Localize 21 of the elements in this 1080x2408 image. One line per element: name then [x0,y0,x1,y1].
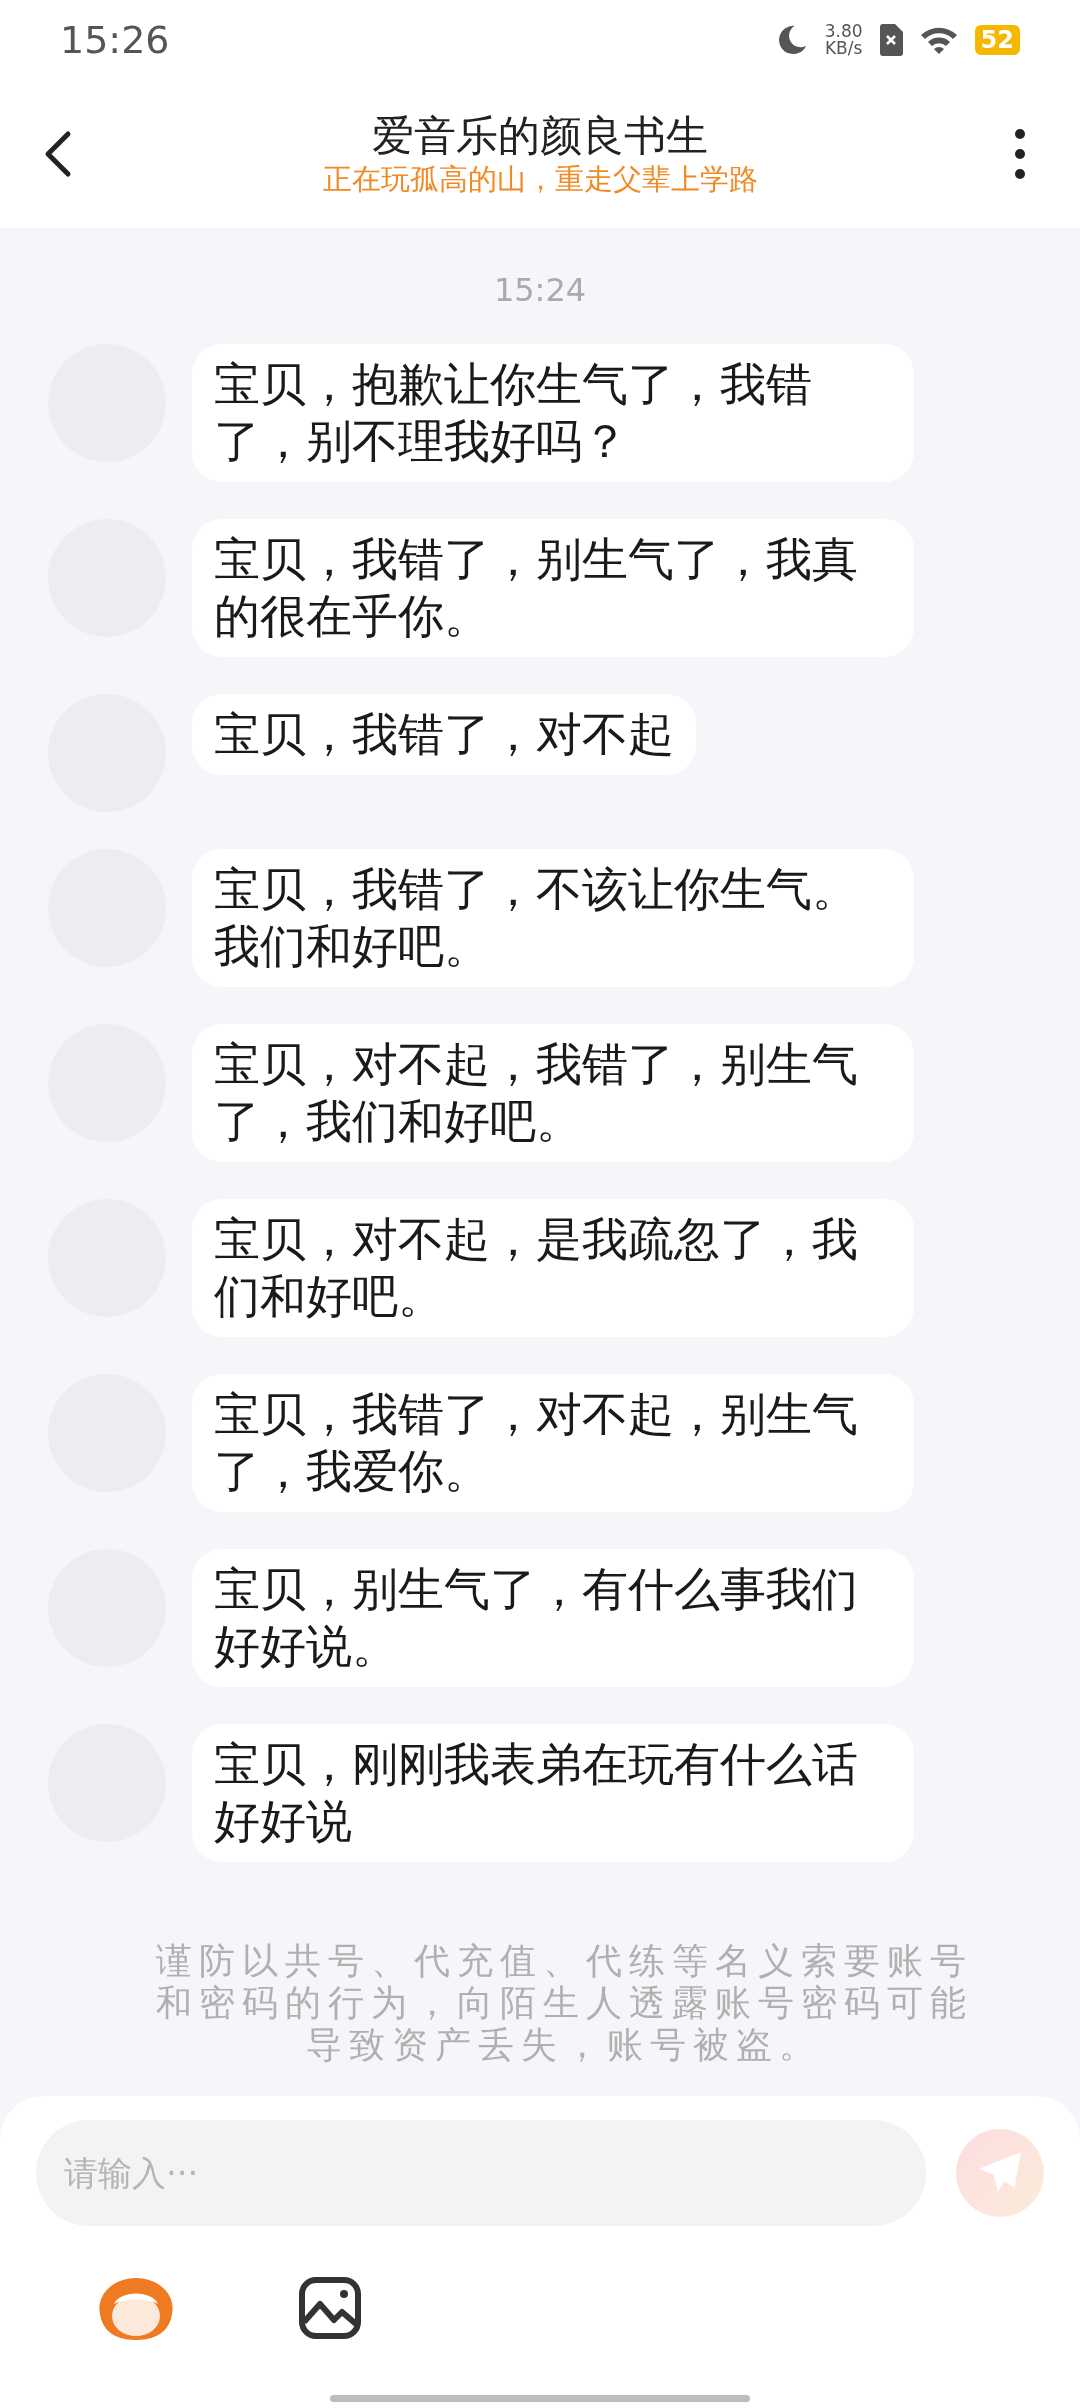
message-bubble: 宝贝，对不起，是我疏忽了，我们和好吧。 [192,1199,914,1337]
battery-level: 52 [974,25,1020,55]
message-bubble: 宝贝，抱歉让你生气了，我错了，别不理我好吗？ [192,344,914,482]
speed-unit: KB/s [824,40,863,57]
image-icon[interactable] [298,2276,362,2340]
message-bubble: 宝贝，对不起，我错了，别生气了，我们和好吧。 [192,1024,914,1162]
home-indicator[interactable] [330,2395,750,2402]
message-bubble: 宝贝，我错了，不该让你生气。我们和好吧。 [192,849,914,987]
message-bubble: 宝贝，刚刚我表弟在玩有什么话好好说 [192,1724,914,1862]
no-sim-icon [878,24,903,56]
chat-title: 爱音乐的颜良书生 [371,111,709,162]
network-speed: 3.80 [824,23,863,40]
message-bubble: 宝贝，我错了，对不起 [192,694,696,775]
message-bubble: 宝贝，我错了，对不起，别生气了，我爱你。 [192,1374,914,1512]
safety-notice: 谨防以共号、代充值、代练等名义索要账号和密码的行为，向陌生人透露账号密码可能导致资产丢失，账号被盗。 [154,1940,974,2066]
status-time: 15:26 [60,16,170,64]
timestamp: 15:24 [492,270,588,311]
message-input[interactable]: 请输入··· [36,2120,926,2226]
message-bubble: 宝贝，我错了，别生气了，我真的很在乎你。 [192,519,914,657]
message-bubble: 宝贝，别生气了，有什么事我们好好说。 [192,1549,914,1687]
status-subtitle: 正在玩孤高的山，重走父辈上学路 [321,161,759,197]
